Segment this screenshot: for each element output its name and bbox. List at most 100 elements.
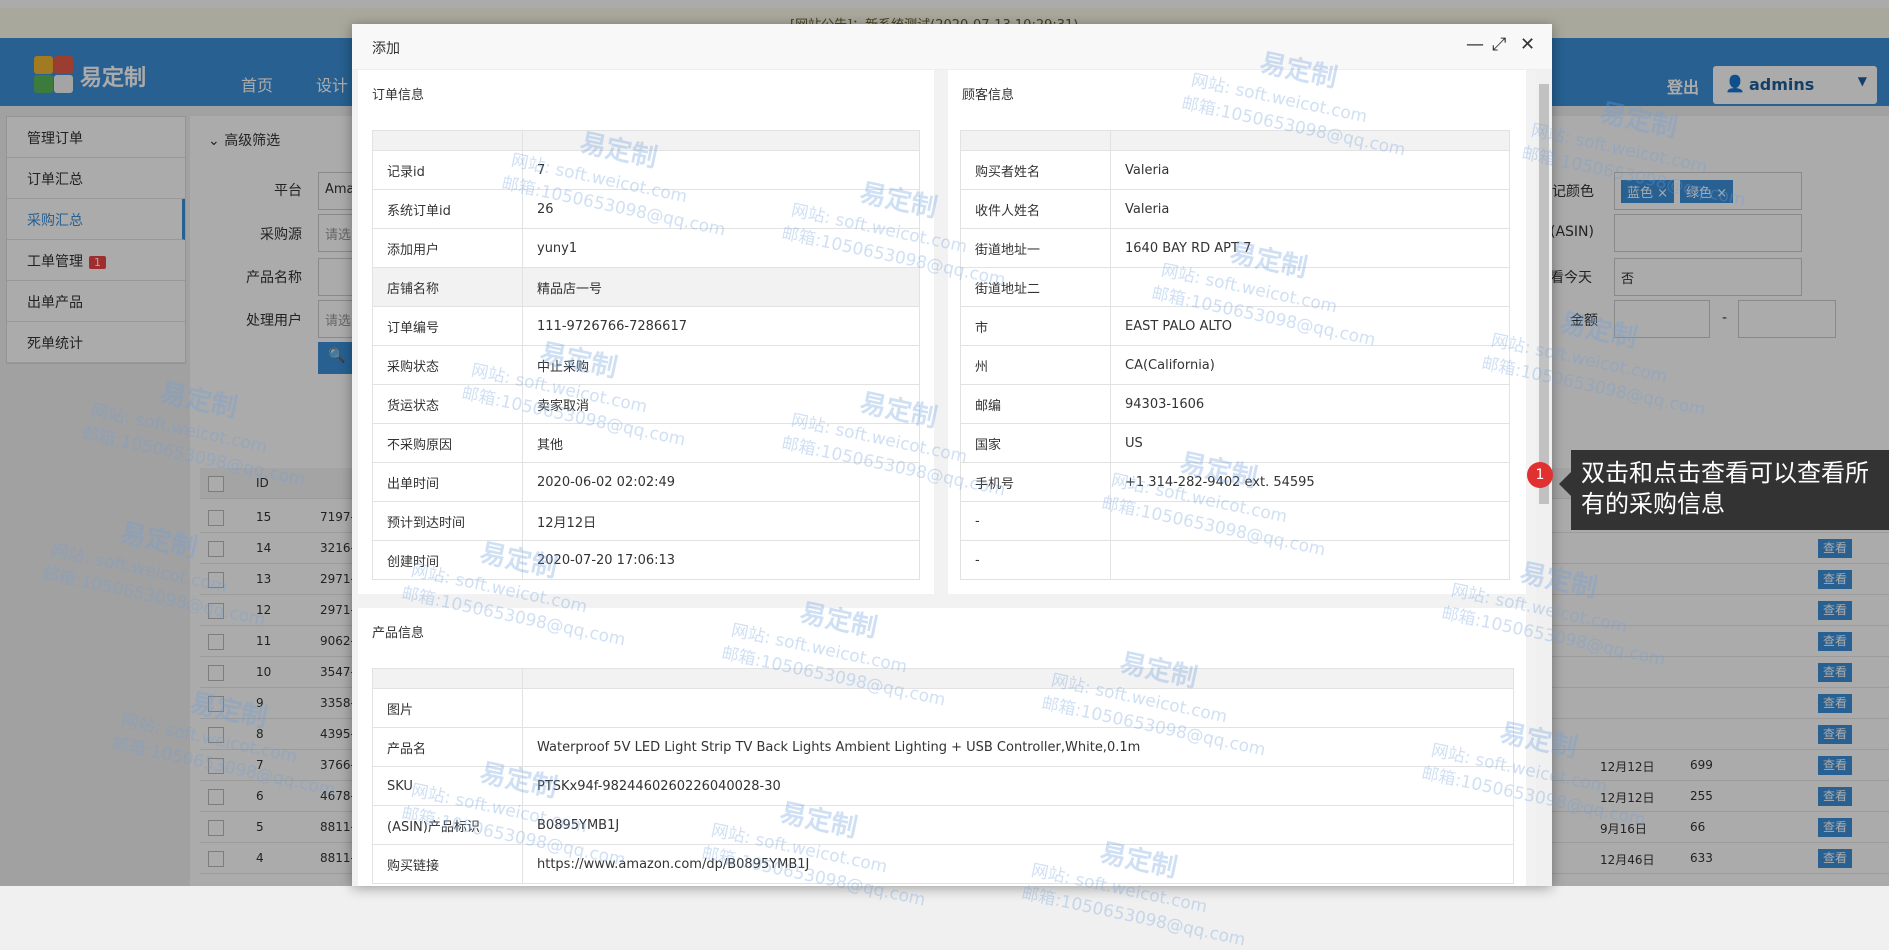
info-key: 采购状态 xyxy=(372,345,523,385)
info-row: 店铺名称 精品店一号 xyxy=(372,267,920,307)
info-row: 出单时间 2020-06-02 02:02:49 xyxy=(372,462,920,502)
info-value: 12月12日 xyxy=(522,501,920,541)
info-row: 预计到达时间 12月12日 xyxy=(372,501,920,541)
info-value: 1640 BAY RD APT 7 xyxy=(1110,228,1510,268)
customer-info-section: 顾客信息 购买者姓名 Valeria 收件人姓名 Valeria 街道地址一 1640 B… xyxy=(948,70,1526,594)
info-value: 卖家取消 xyxy=(522,384,920,424)
info-key: 收件人姓名 xyxy=(960,189,1111,229)
info-value: PTSKx94f-9824460260226040028-30 xyxy=(522,766,1514,806)
info-key: 出单时间 xyxy=(372,462,523,502)
info-value: 26 xyxy=(522,189,920,229)
customer-info-table: 购买者姓名 Valeria 收件人姓名 Valeria 街道地址一 1640 BAY RD… xyxy=(960,130,1510,580)
info-key: - xyxy=(960,540,1111,580)
info-key: 产品名 xyxy=(372,727,523,767)
info-value: 2020-06-02 02:02:49 xyxy=(522,462,920,502)
scrollbar-thumb[interactable] xyxy=(1539,84,1549,504)
product-info-section: 产品信息 图片 产品名 Waterproof 5V LED Light Strip … xyxy=(358,608,1526,886)
info-key: 订单编号 xyxy=(372,306,523,346)
info-value: 7 xyxy=(522,150,920,190)
info-key: 不采购原因 xyxy=(372,423,523,463)
info-value: 精品店一号 xyxy=(522,267,920,307)
info-row: 州 CA(California) xyxy=(960,345,1510,385)
info-value: Valeria xyxy=(1110,189,1510,229)
table-header-row xyxy=(372,668,1514,689)
info-key: 系统订单id xyxy=(372,189,523,229)
info-value: EAST PALO ALTO xyxy=(1110,306,1510,346)
info-value xyxy=(1110,540,1510,580)
info-row: 产品名 Waterproof 5V LED Light Strip TV Back… xyxy=(372,727,1514,767)
minimize-icon[interactable]: — xyxy=(1466,34,1484,55)
info-row: 国家 US xyxy=(960,423,1510,463)
info-key: 购买链接 xyxy=(372,844,523,884)
info-value: https://www.amazon.com/dp/B0895YMB1J xyxy=(522,844,1514,884)
info-row: - xyxy=(960,501,1510,541)
info-key: 市 xyxy=(960,306,1111,346)
info-value: 111-9726766-7286617 xyxy=(522,306,920,346)
order-info-section: 订单信息 记录id 7 系统订单id 26 添加用户 yuny1 店铺名称 精品店一号 订单编号… xyxy=(358,70,934,594)
info-row: 添加用户 yuny1 xyxy=(372,228,920,268)
info-value: +1 314-282-9402 ext. 54595 xyxy=(1110,462,1510,502)
info-value: 94303-1606 xyxy=(1110,384,1510,424)
info-key: 店铺名称 xyxy=(372,267,523,307)
info-row: 邮编 94303-1606 xyxy=(960,384,1510,424)
info-value: 2020-07-20 17:06:13 xyxy=(522,540,920,580)
info-key: - xyxy=(960,501,1111,541)
info-value: Waterproof 5V LED Light Strip TV Back Li… xyxy=(522,727,1514,767)
section-title: 顾客信息 xyxy=(962,88,1015,103)
info-value: CA(California) xyxy=(1110,345,1510,385)
info-row: 街道地址一 1640 BAY RD APT 7 xyxy=(960,228,1510,268)
modal-body: 订单信息 记录id 7 系统订单id 26 添加用户 yuny1 店铺名称 精品店一号 订单编号… xyxy=(352,70,1552,886)
step-number-badge: 1 xyxy=(1527,462,1553,488)
info-row: 订单编号 111-9726766-7286617 xyxy=(372,306,920,346)
info-key: (ASIN)产品标识 xyxy=(372,805,523,845)
info-key: 国家 xyxy=(960,423,1111,463)
info-key: 记录id xyxy=(372,150,523,190)
section-title: 订单信息 xyxy=(372,88,425,103)
info-key: 街道地址二 xyxy=(960,267,1111,307)
info-key: 预计到达时间 xyxy=(372,501,523,541)
info-key: 手机号 xyxy=(960,462,1111,502)
info-key: 创建时间 xyxy=(372,540,523,580)
info-row: 货运状态 卖家取消 xyxy=(372,384,920,424)
info-value: US xyxy=(1110,423,1510,463)
info-row: 图片 xyxy=(372,688,1514,728)
info-key: SKU xyxy=(372,766,523,806)
info-value: 中止采购 xyxy=(522,345,920,385)
info-row: 创建时间 2020-07-20 17:06:13 xyxy=(372,540,920,580)
info-value xyxy=(1110,501,1510,541)
info-row: 购买者姓名 Valeria xyxy=(960,150,1510,190)
info-row: 记录id 7 xyxy=(372,150,920,190)
info-key: 添加用户 xyxy=(372,228,523,268)
watermark-mail: 邮箱:1050653098@qq.com xyxy=(1019,883,1248,950)
info-row: 街道地址二 xyxy=(960,267,1510,307)
info-value xyxy=(1110,267,1510,307)
info-key: 购买者姓名 xyxy=(960,150,1111,190)
modal-title: 添加 xyxy=(372,41,400,57)
info-key: 街道地址一 xyxy=(960,228,1111,268)
info-row: 手机号 +1 314-282-9402 ext. 54595 xyxy=(960,462,1510,502)
info-row: 收件人姓名 Valeria xyxy=(960,189,1510,229)
info-row: SKU PTSKx94f-9824460260226040028-30 xyxy=(372,766,1514,806)
modal-header: 添加 — ⤢ ✕ xyxy=(352,24,1552,70)
order-info-table: 记录id 7 系统订单id 26 添加用户 yuny1 店铺名称 精品店一号 订单编号 111-9… xyxy=(372,130,920,580)
info-row: 采购状态 中止采购 xyxy=(372,345,920,385)
section-title: 产品信息 xyxy=(372,626,425,641)
guide-tooltip: 双击和点击查看可以查看所有的采购信息 xyxy=(1559,450,1889,530)
info-row: - xyxy=(960,540,1510,580)
close-icon[interactable]: ✕ xyxy=(1520,34,1535,55)
info-row: 市 EAST PALO ALTO xyxy=(960,306,1510,346)
info-key: 图片 xyxy=(372,688,523,728)
info-row: 购买链接 https://www.amazon.com/dp/B0895YMB1J xyxy=(372,844,1514,884)
info-key: 邮编 xyxy=(960,384,1111,424)
info-value: Valeria xyxy=(1110,150,1510,190)
table-header-row xyxy=(960,130,1510,151)
product-info-table: 图片 产品名 Waterproof 5V LED Light Strip TV Ba… xyxy=(372,668,1514,884)
info-value: yuny1 xyxy=(522,228,920,268)
maximize-icon[interactable]: ⤢ xyxy=(1492,34,1506,55)
info-key: 州 xyxy=(960,345,1111,385)
info-row: (ASIN)产品标识 B0895YMB1J xyxy=(372,805,1514,845)
info-value: 其他 xyxy=(522,423,920,463)
info-row: 系统订单id 26 xyxy=(372,189,920,229)
table-header-row xyxy=(372,130,920,151)
info-row: 不采购原因 其他 xyxy=(372,423,920,463)
